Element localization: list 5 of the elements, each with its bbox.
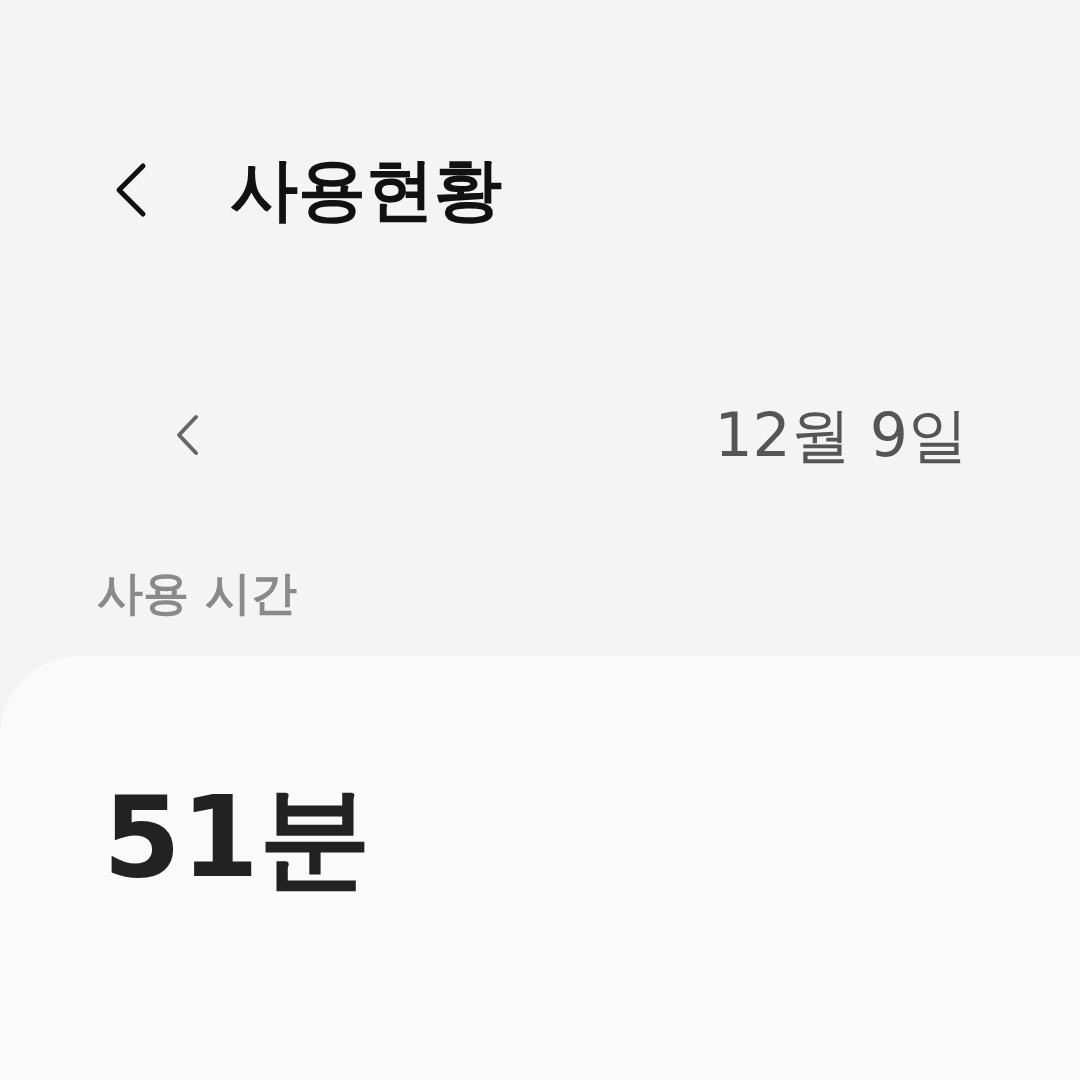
- date-label: 12월 9일: [714, 405, 968, 465]
- page-title: 사용현황: [230, 156, 502, 224]
- section-label: 사용 시간: [97, 570, 297, 616]
- chevron-left-icon: [174, 414, 200, 456]
- usage-total: 51분: [103, 781, 371, 893]
